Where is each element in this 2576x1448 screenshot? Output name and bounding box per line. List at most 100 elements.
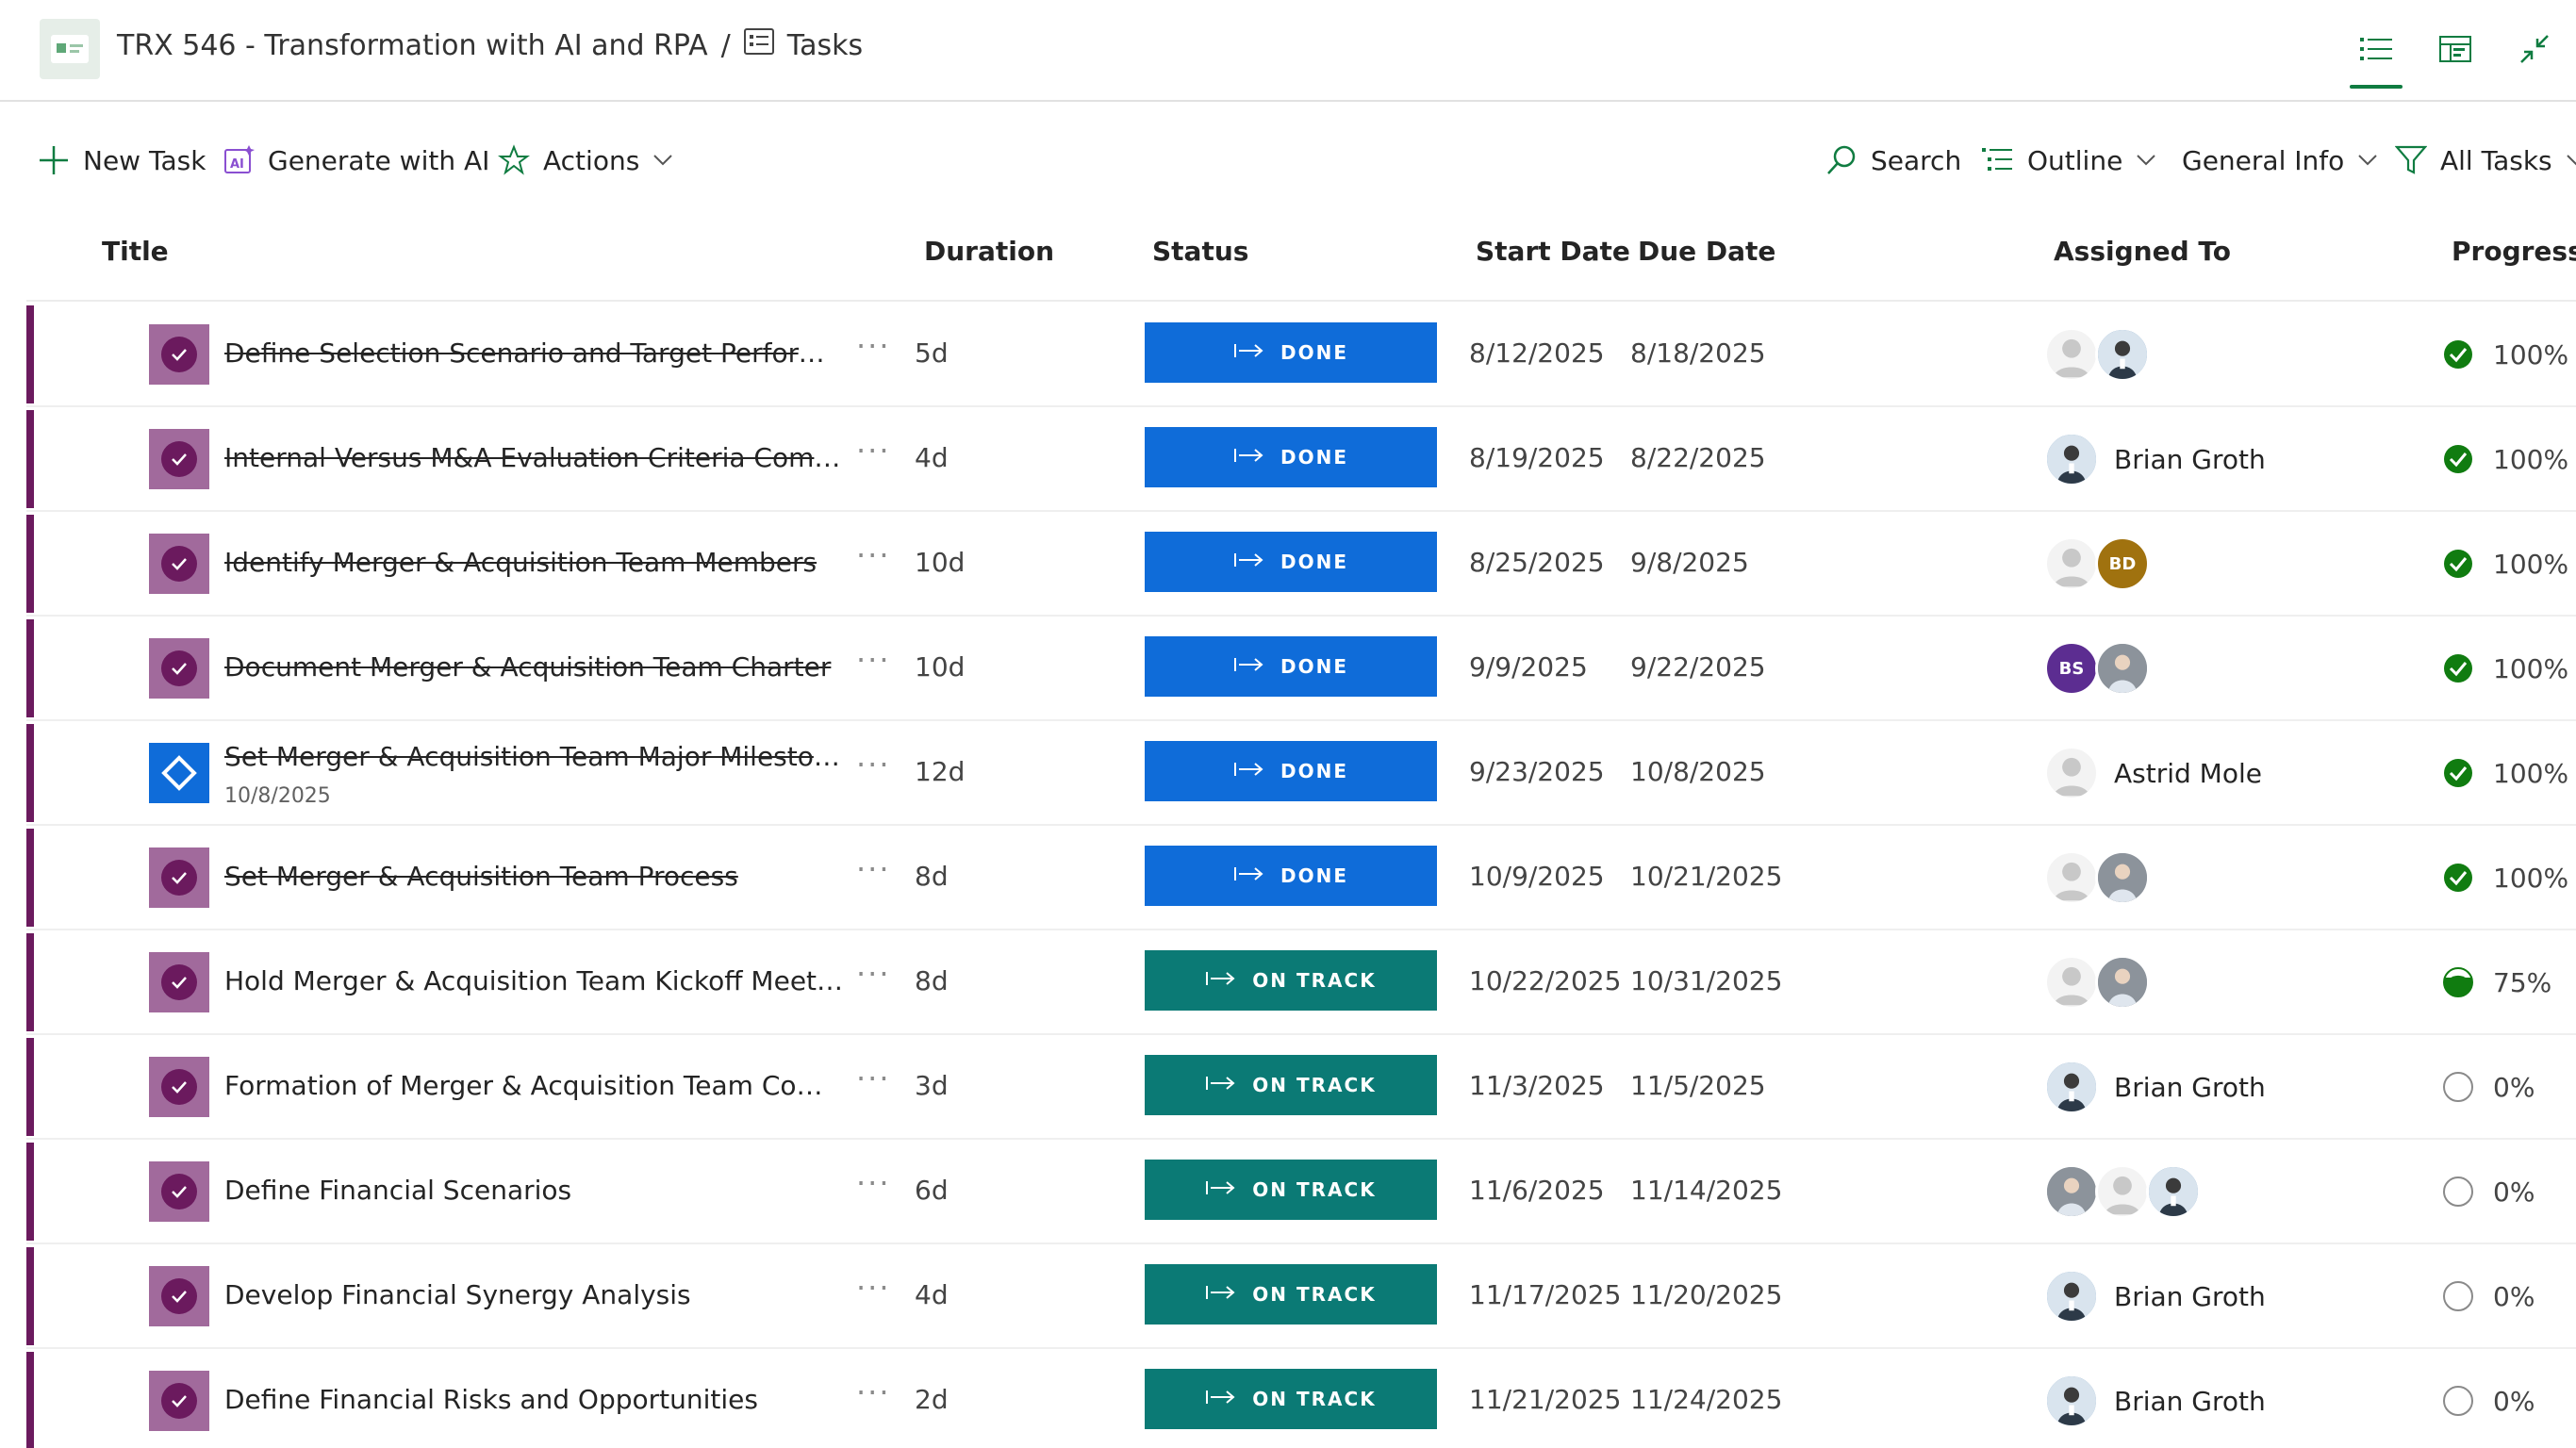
more-options-icon[interactable]: ··· <box>856 747 891 782</box>
due-date[interactable]: 9/8/2025 <box>1630 547 1749 578</box>
more-options-icon[interactable]: ··· <box>856 1061 891 1096</box>
progress-cell[interactable]: 100% <box>2442 849 2568 906</box>
avatar[interactable] <box>2146 1164 2201 1219</box>
task-title[interactable]: Set Merger & Acquisition Team Process <box>224 861 847 892</box>
table-row[interactable]: Formation of Merger & Acquisition Team C… <box>26 1036 2576 1140</box>
assigned-to[interactable]: Brian Groth <box>2044 1266 2266 1326</box>
assigned-to[interactable]: BD <box>2044 534 2150 594</box>
avatar[interactable] <box>2044 432 2099 486</box>
table-row[interactable]: Hold Merger & Acquisition Team Kickoff M… <box>26 931 2576 1035</box>
assigned-to[interactable]: Astrid Mole <box>2044 743 2262 803</box>
table-row[interactable]: Document Merger & Acquisition Team Chart… <box>26 617 2576 721</box>
table-row[interactable]: Develop Financial Synergy Analysis ··· 4d O… <box>26 1245 2576 1349</box>
column-header-progress[interactable]: Progress, % <box>2452 236 2576 267</box>
table-row[interactable]: Define Financial Scenarios ··· 6d ON TRACK 1… <box>26 1141 2576 1244</box>
due-date[interactable]: 11/20/2025 <box>1630 1279 1782 1310</box>
column-header-assigned-to[interactable]: Assigned To <box>2054 236 2231 267</box>
collapse-icon[interactable] <box>2512 26 2557 72</box>
progress-cell[interactable]: 100% <box>2442 431 2568 487</box>
task-duration[interactable]: 5d <box>915 337 949 369</box>
status-badge[interactable]: ON TRACK <box>1145 1055 1437 1115</box>
avatar-initials[interactable]: BS <box>2044 641 2099 696</box>
avatar-placeholder[interactable] <box>2044 327 2099 382</box>
more-options-icon[interactable]: ··· <box>856 642 891 678</box>
task-duration[interactable]: 3d <box>915 1070 949 1101</box>
more-options-icon[interactable]: ··· <box>856 956 891 992</box>
avatar-placeholder[interactable] <box>2095 1164 2150 1219</box>
task-title[interactable]: Define Financial Risks and Opportunities <box>224 1384 847 1415</box>
progress-cell[interactable]: 100% <box>2442 640 2568 697</box>
due-date[interactable]: 10/31/2025 <box>1630 965 1782 996</box>
status-badge[interactable]: DONE <box>1145 427 1437 487</box>
start-date[interactable]: 8/25/2025 <box>1469 547 1605 578</box>
task-title[interactable]: Set Merger & Acquisition Team Major Mile… <box>224 741 847 772</box>
due-date[interactable]: 9/22/2025 <box>1630 651 1766 683</box>
avatar[interactable] <box>2095 850 2150 905</box>
generate-ai-button[interactable]: AI Generate with AI <box>223 132 489 189</box>
avatar[interactable] <box>2095 641 2150 696</box>
progress-cell[interactable]: 0% <box>2442 1268 2535 1325</box>
avatar-placeholder[interactable] <box>2044 955 2099 1010</box>
task-complete-icon[interactable] <box>149 1161 209 1222</box>
start-date[interactable]: 8/12/2025 <box>1469 337 1605 369</box>
task-title[interactable]: Develop Financial Synergy Analysis <box>224 1279 847 1310</box>
grid-view-icon[interactable] <box>2350 26 2403 89</box>
task-duration[interactable]: 12d <box>915 756 965 787</box>
due-date[interactable]: 11/14/2025 <box>1630 1175 1782 1206</box>
more-options-icon[interactable]: ··· <box>856 328 891 364</box>
start-date[interactable]: 10/22/2025 <box>1469 965 1621 996</box>
task-complete-icon[interactable] <box>149 952 209 1012</box>
start-date[interactable]: 11/21/2025 <box>1469 1384 1621 1415</box>
task-complete-icon[interactable] <box>149 1371 209 1431</box>
task-complete-icon[interactable] <box>149 847 209 908</box>
task-complete-icon[interactable] <box>149 429 209 489</box>
breadcrumb-project[interactable]: TRX 546 - Transformation with AI and RPA <box>117 29 708 62</box>
board-view-icon[interactable] <box>2433 26 2478 72</box>
task-complete-icon[interactable] <box>149 1057 209 1117</box>
assigned-to[interactable]: Brian Groth <box>2044 1057 2266 1117</box>
due-date[interactable]: 10/8/2025 <box>1630 756 1766 787</box>
task-title[interactable]: Formation of Merger & Acquisition Team C… <box>224 1070 847 1101</box>
start-date[interactable]: 11/6/2025 <box>1469 1175 1605 1206</box>
table-row[interactable]: Identify Merger & Acquisition Team Membe… <box>26 513 2576 617</box>
assigned-to[interactable]: Brian Groth <box>2044 1371 2266 1431</box>
project-app-icon[interactable] <box>40 19 100 79</box>
progress-cell[interactable]: 0% <box>2442 1163 2535 1220</box>
task-title[interactable]: Define Selection Scenario and Target Per… <box>224 337 847 369</box>
due-date[interactable]: 8/18/2025 <box>1630 337 1766 369</box>
general-info-menu-button[interactable]: General Info <box>2182 132 2378 189</box>
task-title[interactable]: Internal Versus M&A Evaluation Criteria … <box>224 442 847 473</box>
avatar[interactable] <box>2044 1164 2099 1219</box>
table-row[interactable]: Define Financial Risks and Opportunities… <box>26 1350 2576 1448</box>
progress-cell[interactable]: 0% <box>2442 1373 2535 1429</box>
start-date[interactable]: 11/3/2025 <box>1469 1070 1605 1101</box>
more-options-icon[interactable]: ··· <box>856 433 891 469</box>
task-duration[interactable]: 4d <box>915 1279 949 1310</box>
avatar[interactable] <box>2044 1060 2099 1114</box>
search-button[interactable]: Search <box>1825 132 1961 189</box>
start-date[interactable]: 11/17/2025 <box>1469 1279 1621 1310</box>
table-row[interactable]: Define Selection Scenario and Target Per… <box>26 304 2576 407</box>
task-title[interactable]: Identify Merger & Acquisition Team Membe… <box>224 547 847 578</box>
more-options-icon[interactable]: ··· <box>856 851 891 887</box>
progress-cell[interactable]: 100% <box>2442 326 2568 383</box>
table-row[interactable]: Internal Versus M&A Evaluation Criteria … <box>26 408 2576 512</box>
start-date[interactable]: 8/19/2025 <box>1469 442 1605 473</box>
avatar-placeholder[interactable] <box>2044 536 2099 591</box>
task-complete-icon[interactable] <box>149 324 209 385</box>
avatar[interactable] <box>2044 1269 2099 1324</box>
avatar[interactable] <box>2095 327 2150 382</box>
breadcrumb-page[interactable]: Tasks <box>787 29 863 62</box>
start-date[interactable]: 9/9/2025 <box>1469 651 1588 683</box>
status-badge[interactable]: ON TRACK <box>1145 1369 1437 1429</box>
column-header-start-date[interactable]: Start Date <box>1476 236 1630 267</box>
progress-cell[interactable]: 0% <box>2442 1059 2535 1115</box>
avatar[interactable] <box>2044 1374 2099 1428</box>
column-header-title[interactable]: Title <box>102 236 169 267</box>
task-complete-icon[interactable] <box>149 534 209 594</box>
status-badge[interactable]: DONE <box>1145 741 1437 801</box>
column-header-duration[interactable]: Duration <box>924 236 1054 267</box>
actions-menu-button[interactable]: Actions <box>498 132 673 189</box>
progress-cell[interactable]: 100% <box>2442 745 2568 801</box>
due-date[interactable]: 11/24/2025 <box>1630 1384 1782 1415</box>
